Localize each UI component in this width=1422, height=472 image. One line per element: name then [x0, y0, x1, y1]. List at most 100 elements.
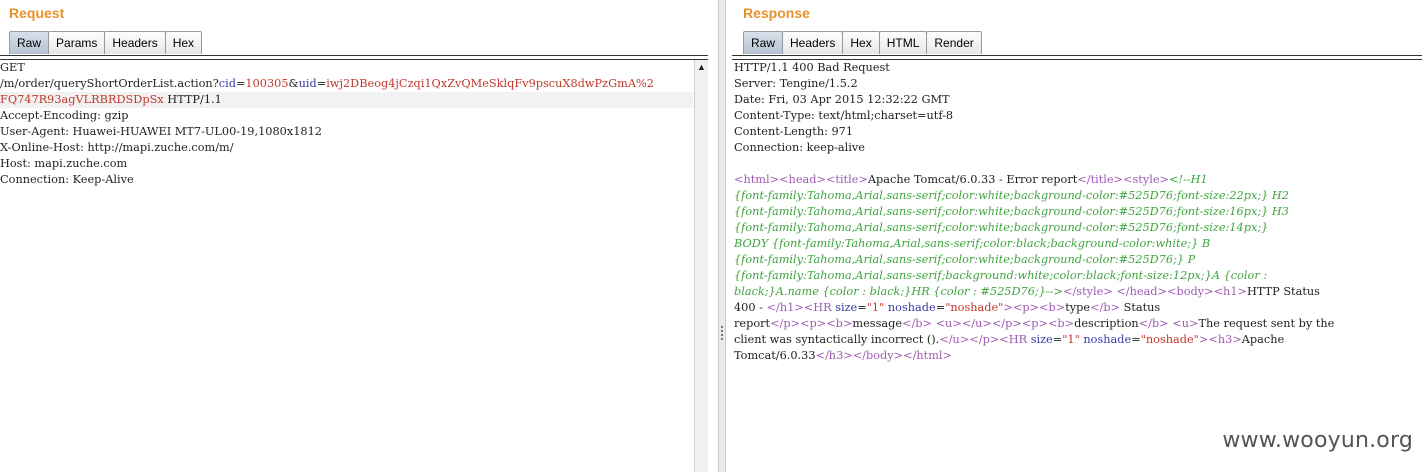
- attr-value: "1": [1062, 333, 1080, 346]
- status-text: Status: [1120, 301, 1161, 314]
- pane-splitter[interactable]: [718, 0, 726, 472]
- request-scrollbar[interactable]: ▲: [694, 60, 708, 472]
- css-text: black;}A.name {color : black;}HR {color …: [734, 285, 1063, 298]
- tab-html[interactable]: HTML: [878, 31, 928, 54]
- tab-raw[interactable]: Raw: [743, 31, 784, 54]
- request-pane: Request Raw Params Headers Hex GET /m/or…: [0, 0, 718, 472]
- tab-headers[interactable]: Headers: [782, 31, 844, 54]
- tab-params[interactable]: Params: [48, 31, 106, 54]
- response-tabs: Raw Headers Hex HTML Render: [743, 31, 982, 55]
- splitter-grip-icon[interactable]: [721, 326, 723, 342]
- html-tag: </b>: [902, 317, 932, 330]
- html-tag: </head>: [1116, 285, 1168, 298]
- body-line: <html><head><title>Apache Tomcat/6.0.33 …: [734, 172, 1422, 188]
- html-tag: <h3>: [1208, 333, 1242, 346]
- query-value: FQ747R93agVLRBRDSDpSx: [0, 93, 164, 106]
- response-header: Server: Tengine/1.5.2: [734, 77, 858, 90]
- query-key: cid: [218, 77, 236, 90]
- tab-headers[interactable]: Headers: [104, 31, 166, 54]
- request-header: Host: mapi.zuche.com: [0, 157, 128, 170]
- request-method: GET: [0, 61, 25, 74]
- html-tag: <b>: [1047, 317, 1075, 330]
- request-tabs: Raw Params Headers Hex: [9, 31, 203, 55]
- bold-text: description: [1074, 317, 1139, 330]
- html-tag: </body>: [852, 349, 904, 362]
- description-text: client was syntactically incorrect ().: [734, 333, 940, 346]
- html-tag: </h1>: [766, 301, 804, 314]
- html-tag: <body>: [1167, 285, 1214, 298]
- css-text: BODY {font-family:Tahoma,Arial,sans-seri…: [734, 237, 1211, 250]
- h1-text: 400 -: [734, 301, 767, 314]
- request-url-line-cont: FQ747R93agVLRBRDSDpSx HTTP/1.1: [0, 92, 693, 108]
- request-editor[interactable]: GET /m/order/queryShortOrderList.action?…: [0, 60, 693, 472]
- css-text: {font-family:Tahoma,Arial,sans-serif;bac…: [734, 269, 1268, 282]
- tab-raw[interactable]: Raw: [9, 31, 50, 54]
- h3-text: Tomcat/6.0.33: [734, 349, 816, 362]
- tab-hex[interactable]: Hex: [842, 31, 880, 54]
- html-tag: <b>: [826, 317, 853, 330]
- html-tag: <html>: [734, 173, 780, 186]
- html-tag: <style>: [1123, 173, 1169, 186]
- html-tag: </p>: [991, 317, 1022, 330]
- html-tag: <head>: [779, 173, 826, 186]
- tab-hex[interactable]: Hex: [164, 31, 203, 54]
- response-title: Response: [743, 5, 810, 21]
- tab-render[interactable]: Render: [926, 31, 982, 54]
- attr-name: noshade: [1083, 333, 1132, 346]
- html-tag: <u>: [1172, 317, 1199, 330]
- html-tag: </title>: [1077, 173, 1124, 186]
- css-text: <!--H1: [1168, 173, 1208, 186]
- watermark: www.wooyun.org: [1222, 428, 1413, 453]
- response-editor[interactable]: HTTP/1.1 400 Bad Request Server: Tengine…: [734, 60, 1422, 472]
- body-line: report</p><p><b>message</b> <u></u></p><…: [734, 316, 1422, 332]
- html-tag: <p>: [1012, 301, 1040, 314]
- equals-sign: =: [1052, 333, 1063, 346]
- html-tag: </b>: [1090, 301, 1121, 314]
- equals-sign: =: [1131, 333, 1141, 346]
- response-status-line: HTTP/1.1 400 Bad Request: [734, 61, 890, 74]
- attr-value: "noshade": [1140, 333, 1199, 346]
- equals-sign: =: [235, 77, 246, 90]
- description-text: The request sent by the: [1198, 317, 1335, 330]
- html-tag: </p>: [969, 333, 1000, 346]
- html-tag: </u>: [961, 317, 992, 330]
- response-header: Connection: keep-alive: [734, 141, 865, 154]
- html-tag: >: [1003, 301, 1013, 314]
- query-value: 100305: [245, 77, 289, 90]
- html-tag: <p>: [1021, 317, 1048, 330]
- h1-text: HTTP Status: [1247, 285, 1320, 298]
- title-text: Apache Tomcat/6.0.33 - Error report: [867, 173, 1078, 186]
- request-header: Accept-Encoding: gzip: [0, 109, 129, 122]
- request-protocol: HTTP/1.1: [163, 93, 222, 106]
- css-text: {font-family:Tahoma,Arial,sans-serif;col…: [734, 189, 1289, 202]
- html-tag: <b>: [1039, 301, 1066, 314]
- equals-sign: =: [857, 301, 867, 314]
- css-text: {font-family:Tahoma,Arial,sans-serif;col…: [734, 253, 1196, 266]
- response-pane: Response Raw Headers Hex HTML Render HTT…: [726, 0, 1422, 472]
- bold-text: message: [852, 317, 903, 330]
- html-tag: <p>: [800, 317, 827, 330]
- request-header: Connection: Keep-Alive: [0, 173, 134, 186]
- bold-text: type: [1065, 301, 1091, 314]
- scroll-up-arrow-icon[interactable]: ▲: [695, 60, 708, 74]
- css-text: {font-family:Tahoma,Arial,sans-serif;col…: [734, 205, 1289, 218]
- request-title: Request: [9, 5, 65, 21]
- html-tag: </h3>: [815, 349, 853, 362]
- request-header: User-Agent: Huawei-HUAWEI MT7-UL00-19,10…: [0, 125, 322, 138]
- response-header: Date: Fri, 03 Apr 2015 12:32:22 GMT: [734, 93, 950, 106]
- h3-text: Apache: [1241, 333, 1285, 346]
- body-line: Tomcat/6.0.33</h3></body></html>: [734, 348, 1422, 364]
- equals-sign: =: [316, 77, 327, 90]
- html-tag: </u>: [939, 333, 970, 346]
- request-header: X-Online-Host: http://mapi.zuche.com/m/: [0, 141, 234, 154]
- request-path: /m/order/queryShortOrderList.action?: [0, 77, 219, 90]
- query-value: iwj2DBeog4jCzqi1QxZvQMeSklqFv9pscuX8dwPz…: [326, 77, 654, 90]
- response-header: Content-Type: text/html;charset=utf-8: [734, 109, 954, 122]
- html-tag: <title>: [825, 173, 868, 186]
- html-tag: <u>: [935, 317, 962, 330]
- html-tag: </html>: [903, 349, 952, 362]
- css-text: {font-family:Tahoma,Arial,sans-serif;col…: [734, 221, 1269, 234]
- html-tag: </style>: [1062, 285, 1113, 298]
- attr-value: "1": [866, 301, 885, 314]
- html-tag: <HR: [803, 301, 836, 314]
